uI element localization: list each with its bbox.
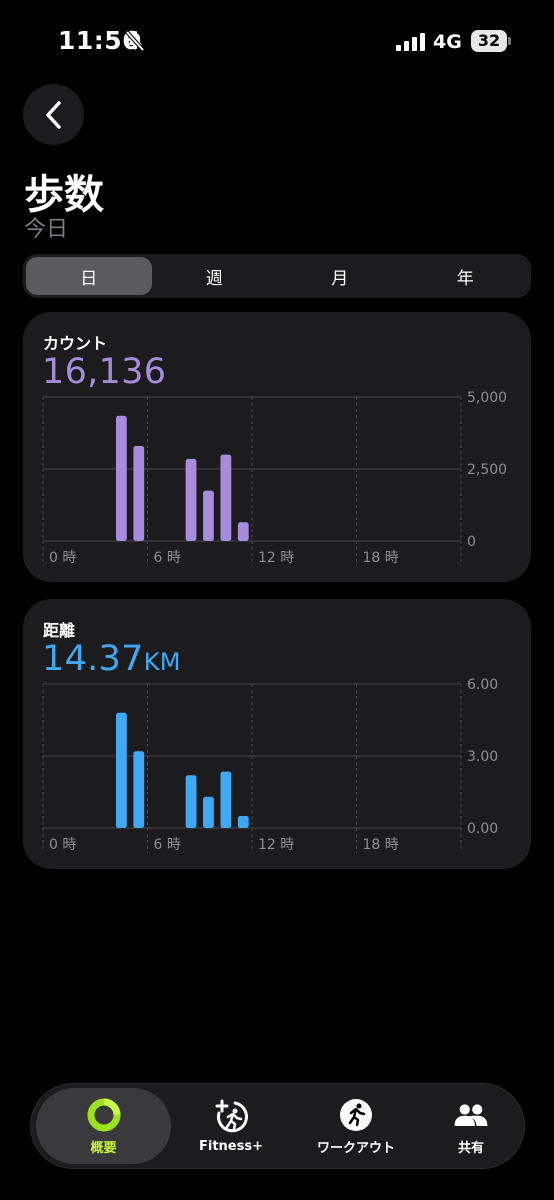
tab-fitness-plus-label: Fitness+ (199, 1138, 263, 1154)
x-tick-label: 6 時 (154, 550, 181, 566)
x-tick-label: 12 時 (258, 550, 294, 566)
y-tick-label: 0 (467, 534, 476, 550)
chart-bar (220, 454, 232, 541)
tab-workout[interactable]: ワークアウト (291, 1088, 421, 1164)
chart-bar (220, 771, 232, 828)
people-icon (453, 1097, 489, 1133)
tab-bar: 概要 Fitness+ ワークアウト 共有 (31, 1084, 524, 1168)
x-tick-label: 0 時 (49, 550, 76, 566)
back-button[interactable] (23, 84, 84, 145)
fitness-plus-icon (213, 1099, 249, 1135)
x-tick-label: 6 時 (154, 837, 181, 853)
steps-chart: 0 2,500 5,000 0 時 6 時 12 時 18 時 (42, 390, 507, 566)
silent-bell-icon (125, 30, 145, 52)
chart-bar (237, 522, 249, 541)
chart-bar (237, 816, 249, 828)
steps-card[interactable]: カウント 16,136 0 2,500 5,000 0 時6 時 12 時 18 時 (23, 312, 531, 582)
battery-tip (508, 37, 511, 45)
tab-workout-label: ワークアウト (316, 1140, 395, 1156)
y-tick-label: 3.00 (467, 749, 498, 765)
chart-bar (203, 796, 214, 828)
chart-bar (185, 775, 197, 828)
segment-day[interactable]: 日 (26, 257, 152, 295)
chart-bar (115, 712, 127, 828)
chart-bar (133, 751, 145, 828)
running-figure-icon (338, 1097, 374, 1133)
distance-card[interactable]: 距離 14.37KM 0.00 3.00 6.00 0 時6 時 12 時 18 時 (23, 599, 531, 869)
chevron-left-icon (45, 100, 61, 129)
tab-summary[interactable]: 概要 (36, 1088, 171, 1164)
y-tick-label: 2,500 (467, 462, 507, 478)
tab-summary-label: 概要 (90, 1140, 117, 1156)
segment-month[interactable]: 月 (277, 257, 403, 295)
chart-bar (115, 415, 127, 541)
chart-bar (185, 458, 197, 541)
y-tick-label: 6.00 (467, 677, 498, 693)
y-tick-label: 5,000 (467, 390, 507, 406)
x-tick-label: 12 時 (258, 837, 294, 853)
chart-bar (133, 445, 145, 541)
x-tick-label: 18 時 (363, 837, 399, 853)
tab-sharing-label: 共有 (457, 1140, 484, 1156)
segment-week[interactable]: 週 (152, 257, 278, 295)
x-tick-label: 18 時 (363, 550, 399, 566)
period-segmented-control: 日 週 月 年 (23, 254, 531, 298)
activity-ring-icon (86, 1097, 122, 1133)
distance-chart: 0.00 3.00 6.00 0 時 6 時 12 時 18 時 (42, 677, 498, 853)
chart-bar (203, 490, 214, 541)
x-tick-label: 0 時 (49, 837, 76, 853)
tab-fitness-plus[interactable]: Fitness+ (171, 1088, 291, 1164)
tab-sharing[interactable]: 共有 (421, 1088, 521, 1164)
page-subtitle: 今日 (24, 217, 69, 242)
y-tick-label: 0.00 (467, 821, 498, 837)
network-type: 4G (433, 31, 462, 53)
status-bar: 11:56 4G 32 (0, 0, 554, 84)
cellular-signal-icon (396, 33, 425, 51)
battery-level: 32 (471, 30, 507, 52)
segment-year[interactable]: 年 (403, 257, 529, 295)
